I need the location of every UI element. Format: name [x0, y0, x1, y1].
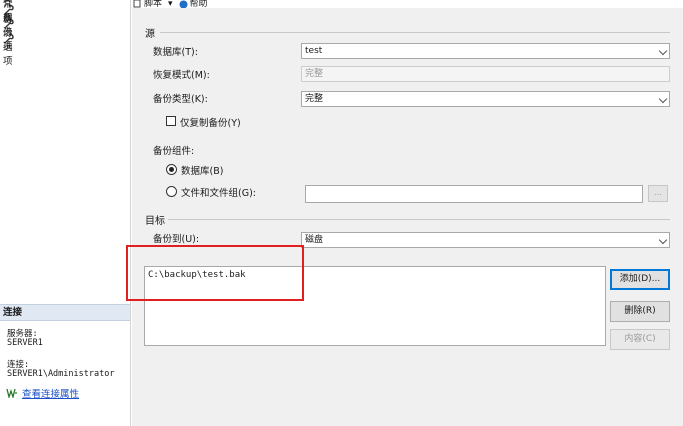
page-item-backup-options[interactable]: 备份选项 [3, 14, 18, 67]
script-dropdown-icon[interactable]: ▾ [168, 0, 173, 8]
contents-button: 内容(C) [610, 329, 670, 350]
browse-button[interactable]: ... [648, 185, 668, 202]
backup-type-label: 备份类型(K): [153, 94, 208, 105]
left-pane: 常规 介质选项 备份选项 连接 服务器: SERVER1 连接: SERVER1… [0, 0, 131, 426]
recovery-model-label: 恢复模式(M): [153, 70, 210, 81]
backup-to-label: 备份到(U): [153, 234, 200, 245]
radio-database[interactable] [166, 164, 177, 175]
destination-section-title: 目标 [145, 216, 165, 227]
remove-button[interactable]: 删除(R) [610, 301, 670, 322]
script-button[interactable]: 脚本 ▾ [133, 0, 173, 8]
add-button[interactable]: 添加(D)... [610, 269, 670, 290]
radio-database-label: 数据库(B) [181, 166, 224, 177]
view-connection-properties[interactable]: 查看连接属性 [6, 386, 79, 400]
chevron-down-icon [658, 235, 668, 245]
page-item-label: 备份选项 [3, 13, 13, 67]
database-select[interactable]: test [301, 43, 670, 59]
copy-only-label: 仅复制备份(Y) [180, 118, 241, 129]
script-icon [133, 0, 141, 8]
source-section-title: 源 [145, 29, 155, 40]
script-label: 脚本 [144, 0, 163, 8]
backup-to-value: 磁盘 [305, 235, 324, 245]
radio-files-label: 文件和文件组(G): [181, 188, 256, 199]
source-divider [160, 32, 670, 33]
connection-value: SERVER1\Administrator [7, 369, 115, 379]
chevron-down-icon [658, 94, 668, 104]
radio-files-filegroups[interactable] [166, 186, 177, 197]
database-value: test [305, 46, 323, 56]
destination-path-item[interactable]: C:\backup\test.bak [148, 270, 246, 280]
backup-type-value: 完整 [305, 94, 324, 104]
toolbar: 脚本 ▾ 帮助 [133, 0, 214, 8]
connection-properties-icon [6, 388, 17, 398]
help-label: 帮助 [189, 0, 208, 8]
copy-only-checkbox[interactable] [166, 116, 176, 126]
destination-list[interactable]: C:\backup\test.bak [144, 266, 606, 346]
database-label: 数据库(T): [153, 47, 198, 58]
backup-component-label: 备份组件: [153, 146, 195, 157]
connection-header: 连接 [0, 304, 130, 321]
chevron-down-icon [658, 46, 668, 56]
main-panel: 源 数据库(T): test 恢复模式(M): 完整 备份类型(K): 完整 仅… [132, 8, 683, 426]
view-connection-properties-link[interactable]: 查看连接属性 [22, 386, 79, 400]
recovery-model-value: 完整 [305, 69, 324, 79]
server-value: SERVER1 [7, 338, 43, 348]
backup-type-select[interactable]: 完整 [301, 91, 670, 107]
files-filegroups-input[interactable] [305, 185, 643, 203]
help-icon [179, 0, 188, 8]
recovery-model-field: 完整 [301, 66, 670, 82]
help-button[interactable]: 帮助 [179, 0, 208, 8]
backup-to-select[interactable]: 磁盘 [301, 232, 670, 248]
destination-divider [168, 219, 670, 220]
